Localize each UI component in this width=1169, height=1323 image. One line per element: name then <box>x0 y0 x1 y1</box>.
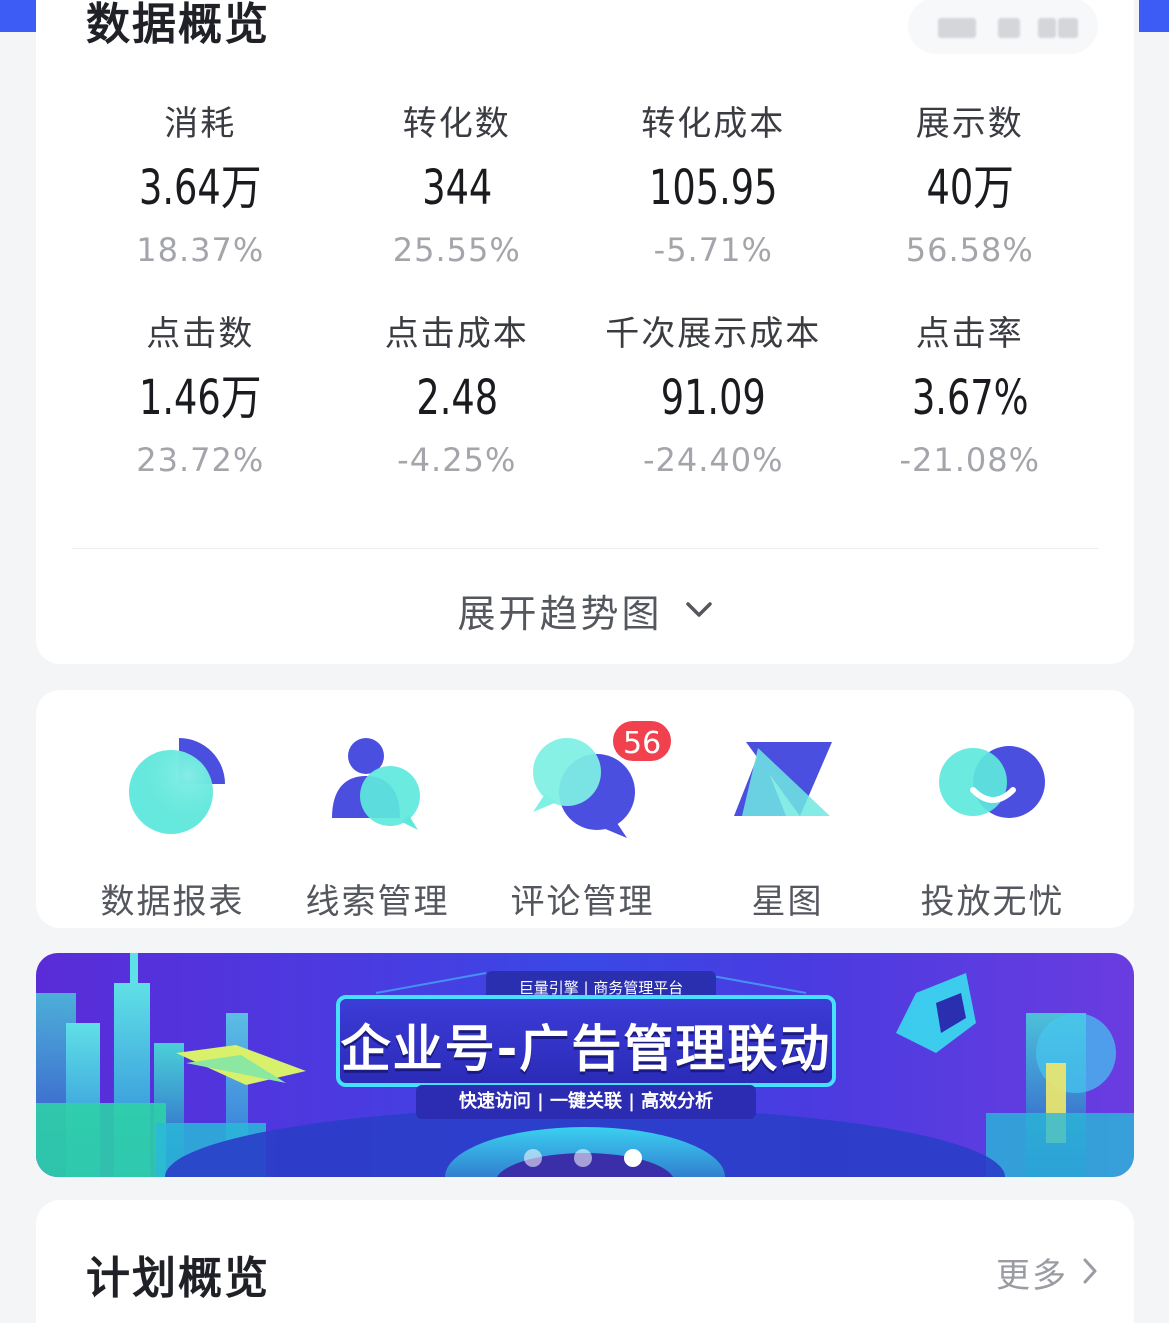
tool-comment-management[interactable]: 56 评论管理 <box>480 718 685 923</box>
tool-lead-management[interactable]: 线索管理 <box>275 726 480 923</box>
chevron-down-icon <box>685 596 713 624</box>
metric-ctr[interactable]: 点击率 3.67% -21.08% <box>842 310 1099 520</box>
carousel-dot[interactable] <box>524 1149 542 1167</box>
metric-click-cost[interactable]: 点击成本 2.48 -4.25% <box>329 310 586 520</box>
metric-cost[interactable]: 消耗 3.64万 18.37% <box>72 100 329 310</box>
metric-value: 3.64万 <box>138 160 262 216</box>
smile-icon <box>933 726 1053 846</box>
top-accent-left <box>0 0 36 32</box>
metric-label: 转化成本 <box>641 104 786 144</box>
expand-trend-label: 展开趋势图 <box>457 591 663 636</box>
tools-card: 数据报表 线索管理 56 评论管理 星图 投放无忧 <box>36 690 1134 928</box>
metric-change: 25.55% <box>392 231 521 269</box>
carousel-dot[interactable] <box>574 1149 592 1167</box>
metric-value: 105.95 <box>649 160 778 216</box>
metric-label: 消耗 <box>164 104 237 144</box>
top-accent-right <box>1139 0 1169 32</box>
tool-star-map[interactable]: 星图 <box>685 726 890 923</box>
divider <box>72 548 1098 549</box>
metric-value: 2.48 <box>415 370 498 426</box>
tool-label: 投放无忧 <box>920 882 1065 922</box>
tool-label: 线索管理 <box>305 882 450 922</box>
unread-count-badge: 56 <box>610 718 675 764</box>
metric-label: 点击率 <box>915 314 1024 354</box>
metric-impressions[interactable]: 展示数 40万 56.58% <box>842 100 1099 310</box>
data-overview-card: 数据概览 消耗 3.64万 18.37% 转化数 344 25.55% 转化成本… <box>36 0 1134 664</box>
pie-chart-icon <box>113 726 233 846</box>
promo-banner[interactable]: 巨量引擎 | 商务管理平台 企业号-广告管理联动 快速访问 | 一键关联 | 高… <box>36 953 1134 1177</box>
metric-label: 展示数 <box>915 104 1024 144</box>
tool-label: 评论管理 <box>510 882 655 922</box>
more-link[interactable]: 更多 <box>996 1248 1098 1297</box>
metric-clicks[interactable]: 点击数 1.46万 23.72% <box>72 310 329 520</box>
date-range-selector[interactable] <box>908 0 1098 54</box>
metric-value: 1.46万 <box>138 370 262 426</box>
tool-label: 数据报表 <box>100 882 245 922</box>
tool-data-report[interactable]: 数据报表 <box>70 726 275 923</box>
metric-change: 23.72% <box>136 441 265 479</box>
metric-label: 点击成本 <box>384 314 529 354</box>
metric-change: 18.37% <box>136 231 265 269</box>
star-map-icon <box>728 726 848 846</box>
expand-trend-button[interactable]: 展开趋势图 <box>36 580 1134 640</box>
metric-cpm[interactable]: 千次展示成本 91.09 -24.40% <box>585 310 842 520</box>
metric-label: 千次展示成本 <box>605 314 822 354</box>
metric-change: 56.58% <box>905 231 1034 269</box>
banner-title-box: 企业号-广告管理联动 <box>336 995 836 1087</box>
more-label: 更多 <box>996 1256 1068 1296</box>
tools-row: 数据报表 线索管理 56 评论管理 星图 投放无忧 <box>70 718 1095 923</box>
chevron-right-icon <box>1082 1257 1098 1289</box>
metrics-row: 消耗 3.64万 18.37% 转化数 344 25.55% 转化成本 105.… <box>72 100 1098 310</box>
metrics-row: 点击数 1.46万 23.72% 点击成本 2.48 -4.25% 千次展示成本… <box>72 310 1098 520</box>
metric-conversions[interactable]: 转化数 344 25.55% <box>329 100 586 310</box>
metric-value: 3.67% <box>911 370 1029 426</box>
metric-value: 40万 <box>925 160 1014 216</box>
metric-label: 转化数 <box>402 104 511 144</box>
tool-label: 星图 <box>751 882 824 922</box>
banner-subtitle: 快速访问 | 一键关联 | 高效分析 <box>416 1085 756 1119</box>
data-overview-title: 数据概览 <box>86 0 270 50</box>
carousel-indicator <box>524 1149 642 1167</box>
users-icon <box>318 726 438 846</box>
metric-change: -5.71% <box>653 231 773 269</box>
metric-label: 点击数 <box>146 314 255 354</box>
metric-change: -4.25% <box>397 441 517 479</box>
metric-value: 344 <box>421 160 492 216</box>
metric-value: 91.09 <box>660 370 766 426</box>
plan-overview-card: 计划概览 更多 <box>36 1200 1134 1323</box>
metrics-grid: 消耗 3.64万 18.37% 转化数 344 25.55% 转化成本 105.… <box>72 100 1098 520</box>
metric-conversion-cost[interactable]: 转化成本 105.95 -5.71% <box>585 100 842 310</box>
carousel-dot-active[interactable] <box>624 1149 642 1167</box>
metric-change: -24.40% <box>642 441 784 479</box>
metric-change: -21.08% <box>899 441 1041 479</box>
banner-title: 企业号-广告管理联动 <box>340 1020 832 1078</box>
plan-overview-title: 计划概览 <box>86 1253 270 1304</box>
tool-worry-free[interactable]: 投放无忧 <box>890 726 1095 923</box>
